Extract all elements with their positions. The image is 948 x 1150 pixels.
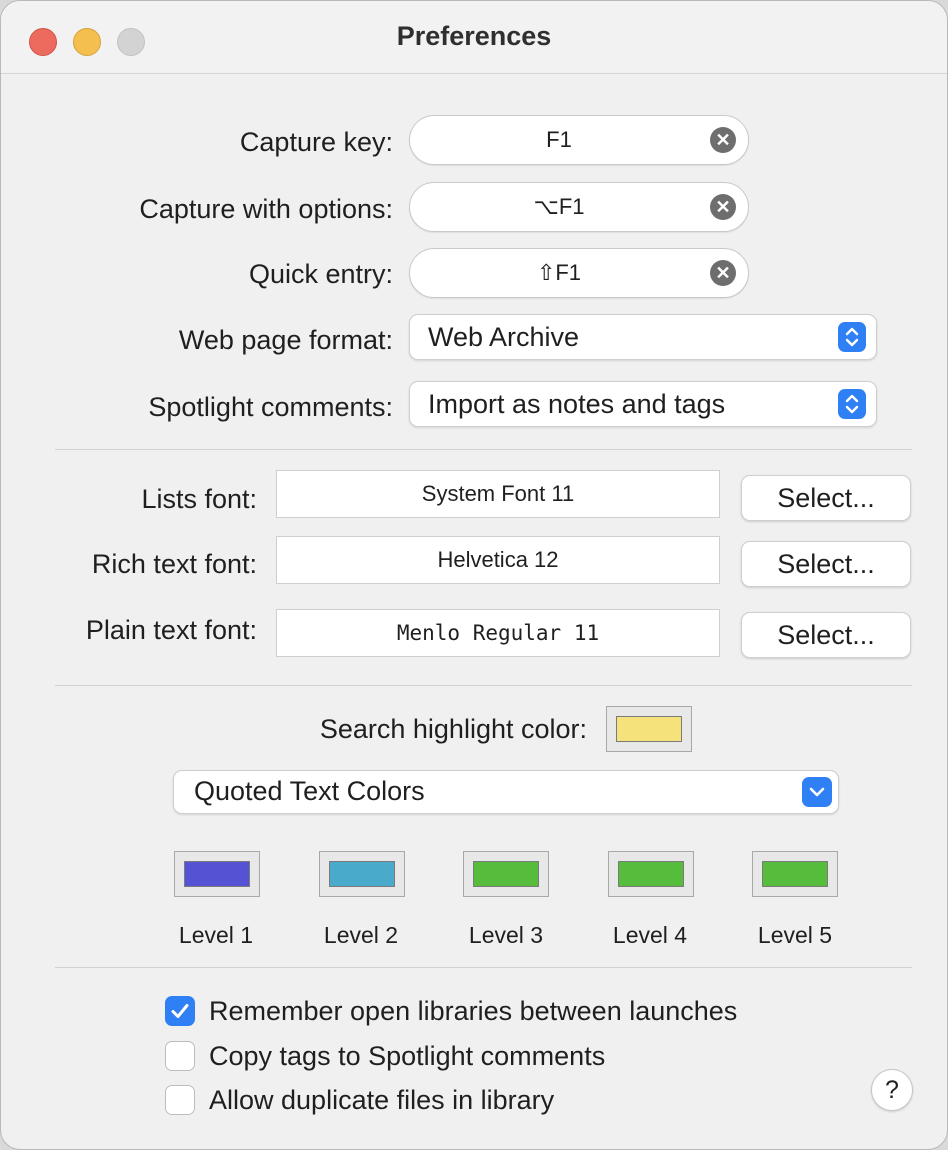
plain-text-font-select-button[interactable]: Select... bbox=[741, 612, 911, 658]
level-3-swatch bbox=[473, 861, 539, 887]
chevron-down-icon bbox=[802, 777, 832, 807]
level-4-swatch bbox=[618, 861, 684, 887]
level-1-color-well[interactable] bbox=[174, 851, 260, 897]
remember-libraries-label[interactable]: Remember open libraries between launches bbox=[209, 996, 737, 1027]
level-2-color-well[interactable] bbox=[319, 851, 405, 897]
help-button[interactable]: ? bbox=[871, 1069, 913, 1111]
clear-x-icon[interactable]: ✕ bbox=[710, 260, 736, 286]
level-4-label: Level 4 bbox=[612, 922, 688, 948]
lists-font-select-button[interactable]: Select... bbox=[741, 475, 911, 521]
spotlight-comments-label: Spotlight comments: bbox=[148, 392, 393, 422]
level-3-color-well[interactable] bbox=[463, 851, 549, 897]
clear-x-icon[interactable]: ✕ bbox=[710, 127, 736, 153]
quoted-text-colors-value: Quoted Text Colors bbox=[194, 776, 425, 806]
quick-entry-field[interactable]: ⇧F1 ✕ bbox=[409, 248, 749, 298]
search-highlight-color-well[interactable] bbox=[606, 706, 692, 752]
allow-duplicates-checkbox[interactable] bbox=[165, 1085, 195, 1115]
capture-with-options-label: Capture with options: bbox=[139, 194, 393, 224]
level-4-color-well[interactable] bbox=[608, 851, 694, 897]
plain-text-font-field: Menlo Regular 11 bbox=[276, 609, 720, 657]
up-down-chevron-icon bbox=[838, 322, 866, 352]
level-5-label: Level 5 bbox=[757, 922, 833, 948]
capture-with-options-value: ⌥F1 bbox=[533, 194, 585, 219]
quick-entry-value: ⇧F1 bbox=[536, 260, 582, 285]
level-5-swatch bbox=[762, 861, 828, 887]
preferences-window: Preferences Capture key: F1 ✕ Capture wi… bbox=[0, 0, 948, 1150]
capture-key-value: F1 bbox=[546, 127, 572, 152]
allow-duplicates-label[interactable]: Allow duplicate files in library bbox=[209, 1085, 554, 1116]
clear-x-icon[interactable]: ✕ bbox=[710, 194, 736, 220]
window-title: Preferences bbox=[396, 21, 552, 51]
level-2-swatch bbox=[329, 861, 395, 887]
lists-font-field: System Font 11 bbox=[276, 470, 720, 518]
section-divider bbox=[55, 967, 912, 968]
plain-text-font-label: Plain text font: bbox=[85, 615, 257, 645]
capture-key-label: Capture key: bbox=[239, 127, 393, 157]
web-page-format-value: Web Archive bbox=[428, 322, 580, 352]
capture-key-field[interactable]: F1 ✕ bbox=[409, 115, 749, 165]
up-down-chevron-icon bbox=[838, 389, 866, 419]
quick-entry-label: Quick entry: bbox=[248, 259, 393, 289]
level-1-swatch bbox=[184, 861, 250, 887]
level-2-label: Level 2 bbox=[323, 922, 399, 948]
level-1-label: Level 1 bbox=[178, 922, 254, 948]
rich-text-font-select-button[interactable]: Select... bbox=[741, 541, 911, 587]
quoted-text-colors-popup[interactable]: Quoted Text Colors bbox=[173, 770, 839, 814]
rich-text-font-label: Rich text font: bbox=[91, 549, 257, 579]
copy-tags-checkbox[interactable] bbox=[165, 1041, 195, 1071]
section-divider bbox=[55, 449, 912, 450]
spotlight-comments-value: Import as notes and tags bbox=[428, 389, 726, 419]
search-highlight-color-label: Search highlight color: bbox=[319, 714, 587, 744]
checkmark-icon bbox=[171, 1004, 189, 1018]
capture-with-options-field[interactable]: ⌥F1 ✕ bbox=[409, 182, 749, 232]
spotlight-comments-popup[interactable]: Import as notes and tags bbox=[409, 381, 877, 427]
section-divider bbox=[55, 685, 912, 686]
search-highlight-swatch bbox=[616, 716, 682, 742]
level-5-color-well[interactable] bbox=[752, 851, 838, 897]
web-page-format-popup[interactable]: Web Archive bbox=[409, 314, 877, 360]
title-bar: Preferences bbox=[1, 1, 947, 74]
rich-text-font-field: Helvetica 12 bbox=[276, 536, 720, 584]
web-page-format-label: Web page format: bbox=[178, 325, 393, 355]
lists-font-label: Lists font: bbox=[141, 484, 257, 514]
remember-libraries-checkbox[interactable] bbox=[165, 996, 195, 1026]
level-3-label: Level 3 bbox=[468, 922, 544, 948]
copy-tags-label[interactable]: Copy tags to Spotlight comments bbox=[209, 1041, 605, 1072]
